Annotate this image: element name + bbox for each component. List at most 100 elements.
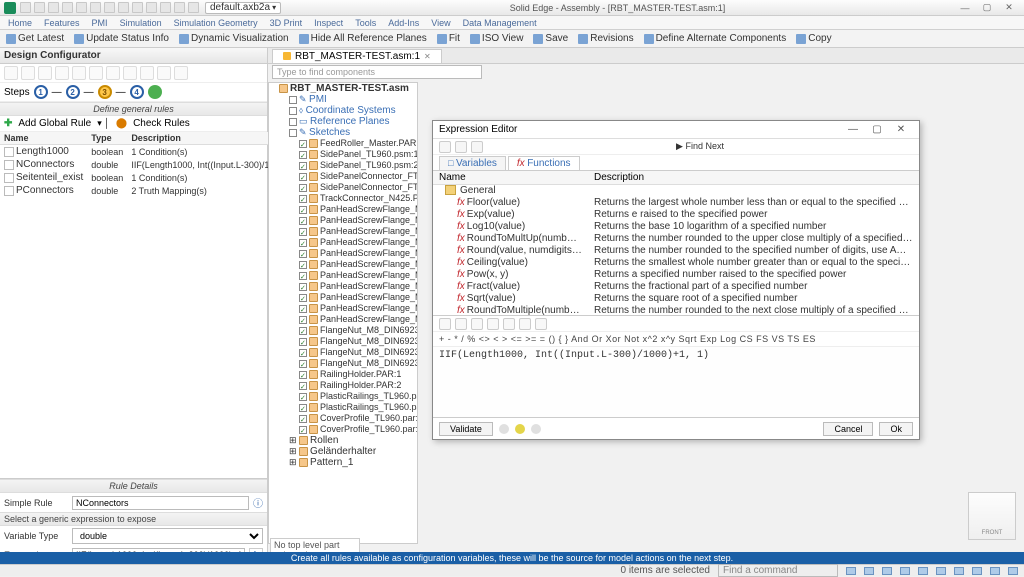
- add-global-rule-button[interactable]: Add Global Rule: [18, 118, 91, 129]
- function-row[interactable]: fxRoundToMultUp(number, m)Returns the nu…: [433, 233, 919, 245]
- status-icon[interactable]: [900, 567, 910, 575]
- qat-btn[interactable]: [160, 2, 171, 13]
- cmd-fit[interactable]: Fit: [437, 33, 460, 44]
- dc-tool[interactable]: [89, 66, 103, 80]
- dlg-tool[interactable]: [471, 141, 483, 153]
- function-row[interactable]: fxPow(x, y)Returns a specified number ra…: [433, 269, 919, 281]
- ribbon-tab[interactable]: View: [429, 17, 452, 29]
- qat-btn[interactable]: [20, 2, 31, 13]
- status-icon[interactable]: [954, 567, 964, 575]
- function-row[interactable]: fxCeiling(value)Returns the smallest who…: [433, 257, 919, 269]
- function-row[interactable]: fxRound(value, numdigits, [AwReturns the…: [433, 245, 919, 257]
- ribbon-tab[interactable]: Simulation Geometry: [172, 17, 260, 29]
- qat-btn[interactable]: [118, 2, 129, 13]
- cmd-get-latest[interactable]: Get Latest: [6, 33, 64, 44]
- status-icon[interactable]: [882, 567, 892, 575]
- dc-tool[interactable]: [38, 66, 52, 80]
- tree-group[interactable]: ⊞ Pattern_1: [289, 457, 417, 468]
- function-row[interactable]: fxFloor(value)Returns the largest whole …: [433, 197, 919, 209]
- cmd-iso-view[interactable]: ISO View: [470, 33, 524, 44]
- expression-textarea[interactable]: IIF(Length1000, Int((Input.L-300)/1000)+…: [433, 347, 919, 417]
- cmd-define-alternate[interactable]: Define Alternate Components: [644, 33, 787, 44]
- ribbon-tab[interactable]: Features: [42, 17, 82, 29]
- ribbon-tab[interactable]: Data Management: [461, 17, 539, 29]
- cmd-save[interactable]: Save: [533, 33, 568, 44]
- function-row[interactable]: fxExp(value)Returns e raised to the spec…: [433, 209, 919, 221]
- dc-tool[interactable]: [55, 66, 69, 80]
- qat-btn[interactable]: [34, 2, 45, 13]
- tree-item[interactable]: FlangeNut_M8_DIN6923.PAR:3: [299, 325, 417, 336]
- qat-btn[interactable]: [188, 2, 199, 13]
- tree-item[interactable]: RailingHolder.PAR:1: [299, 369, 417, 380]
- tree-item[interactable]: TrackConnector_N425.PSM:1: [299, 193, 417, 204]
- pathfinder-tree[interactable]: RBT_MASTER-TEST.asm ✎ PMI ⬨ Coordinate S…: [268, 82, 418, 544]
- status-icon[interactable]: [846, 567, 856, 575]
- operators-row[interactable]: + - * / % <> < > <= >= = () { } And Or X…: [433, 332, 919, 347]
- play-button[interactable]: [148, 85, 162, 99]
- function-row[interactable]: fxRoundToMultiple(number, mReturns the n…: [433, 305, 919, 316]
- dc-tool[interactable]: [4, 66, 18, 80]
- function-category[interactable]: General: [433, 185, 919, 197]
- ribbon-tab[interactable]: Inspect: [312, 17, 345, 29]
- function-row[interactable]: fxSqrt(value)Returns the square root of …: [433, 293, 919, 305]
- cmd-update-status[interactable]: Update Status Info: [74, 33, 169, 44]
- dc-tool[interactable]: [123, 66, 137, 80]
- ribbon-tab[interactable]: Tools: [353, 17, 378, 29]
- dc-tool[interactable]: [174, 66, 188, 80]
- tree-item[interactable]: PlasticRailings_TL960.par:2: [299, 402, 417, 413]
- tree-item[interactable]: PanHeadScrewFlange_M8x12.PAR:3: [299, 226, 417, 237]
- tree-item[interactable]: CoverProfile_TL960.par:3: [299, 424, 417, 435]
- cmd-hide-ref-planes[interactable]: Hide All Reference Planes: [299, 33, 427, 44]
- check-rules-button[interactable]: Check Rules: [133, 118, 190, 129]
- qat-btn[interactable]: [146, 2, 157, 13]
- function-row[interactable]: fxFract(value)Returns the fractional par…: [433, 281, 919, 293]
- step-1[interactable]: 1: [34, 85, 48, 99]
- tree-item[interactable]: PanHeadScrewFlange_M8x12.PAR:8: [299, 204, 417, 215]
- tree-item[interactable]: ✎ Sketches: [289, 127, 417, 138]
- tree-item[interactable]: ▭ Reference Planes: [289, 116, 417, 127]
- qat-btn[interactable]: [104, 2, 115, 13]
- ribbon-tab[interactable]: Home: [6, 17, 34, 29]
- tree-item[interactable]: FlangeNut_M8_DIN6923.PAR:4: [299, 336, 417, 347]
- status-icon[interactable]: [990, 567, 1000, 575]
- ribbon-tab[interactable]: Add-Ins: [386, 17, 421, 29]
- functions-list[interactable]: NameDescription General fxFloor(value)Re…: [433, 171, 919, 316]
- tab-close-icon[interactable]: ✕: [424, 52, 431, 61]
- dc-tool[interactable]: [157, 66, 171, 80]
- dc-tool[interactable]: [106, 66, 120, 80]
- dlg-tool[interactable]: [439, 141, 451, 153]
- tree-item[interactable]: CoverProfile_TL960.par:2: [299, 413, 417, 424]
- ribbon-tab[interactable]: 3D Print: [268, 17, 305, 29]
- find-components-input[interactable]: Type to find components: [272, 65, 482, 79]
- expr-tool[interactable]: [535, 318, 547, 330]
- tree-item[interactable]: FlangeNut_M8_DIN6923.PAR:1: [299, 347, 417, 358]
- simple-rule-input[interactable]: [72, 496, 249, 510]
- view-cube[interactable]: FRONT: [968, 492, 1016, 540]
- cancel-button[interactable]: Cancel: [823, 422, 873, 436]
- expr-tool[interactable]: [503, 318, 515, 330]
- dialog-minimize[interactable]: —: [841, 124, 865, 135]
- status-icon[interactable]: [864, 567, 874, 575]
- maximize-button[interactable]: ▢: [976, 2, 998, 14]
- tree-item[interactable]: PanHeadScrewFlange_M8x12.PAR:9: [299, 303, 417, 314]
- expr-tool[interactable]: [439, 318, 451, 330]
- dc-tool[interactable]: [140, 66, 154, 80]
- tree-item[interactable]: ✎ PMI: [289, 94, 417, 105]
- status-icon[interactable]: [972, 567, 982, 575]
- tab-variables[interactable]: □ Variables: [439, 156, 506, 170]
- tree-group[interactable]: ⊞ Geländerhalter: [289, 446, 417, 457]
- qat-btn[interactable]: [48, 2, 59, 13]
- qat-btn[interactable]: [90, 2, 101, 13]
- tree-item[interactable]: PanHeadScrewFlange_M8x12.PAR:7: [299, 248, 417, 259]
- find-next-button[interactable]: ▶ Find Next: [487, 141, 913, 152]
- step-2[interactable]: 2: [66, 85, 80, 99]
- tree-item[interactable]: SidePanel_TL960.psm:1: [299, 149, 417, 160]
- tree-item[interactable]: SidePanelConnector_FT35.PAR:2: [299, 182, 417, 193]
- expr-tool[interactable]: [455, 318, 467, 330]
- qat-btn[interactable]: [132, 2, 143, 13]
- find-command-input[interactable]: Find a command: [718, 564, 838, 577]
- ok-button[interactable]: Ok: [879, 422, 913, 436]
- tree-item[interactable]: SidePanel_TL960.psm:2: [299, 160, 417, 171]
- dialog-maximize[interactable]: ▢: [865, 124, 889, 135]
- document-tab[interactable]: RBT_MASTER-TEST.asm:1 ✕: [272, 49, 442, 63]
